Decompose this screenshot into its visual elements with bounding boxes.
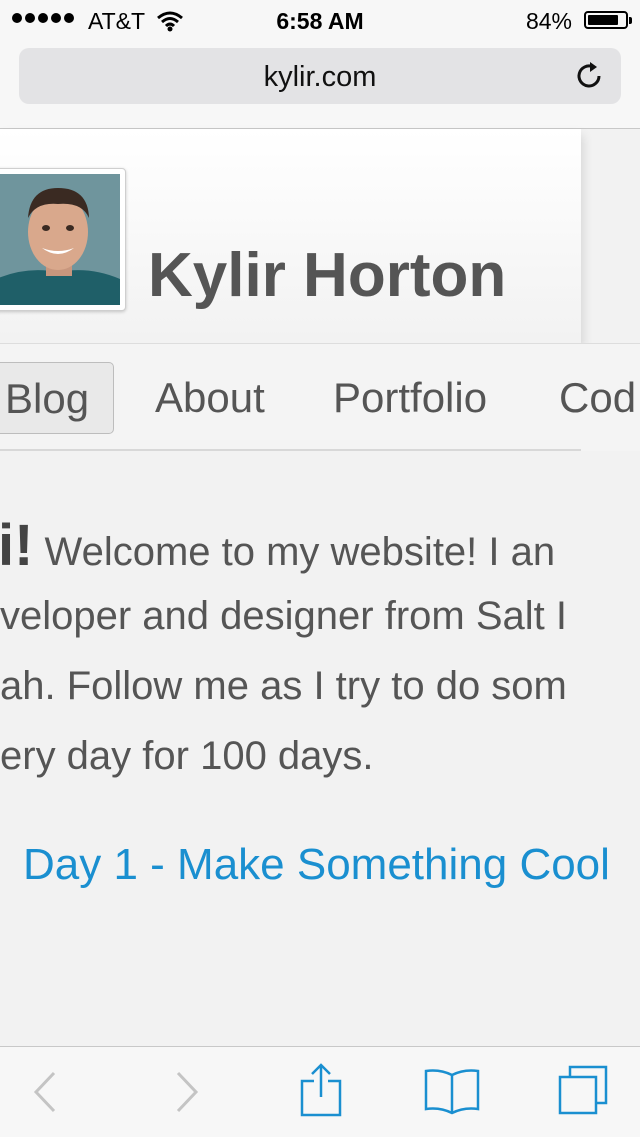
intro-paragraph: i! Welcome to my website! I an veloper a…	[0, 515, 640, 795]
battery-icon	[584, 11, 632, 29]
back-arrow-icon[interactable]	[28, 1069, 62, 1115]
address-bar[interactable]: kylir.com	[19, 48, 621, 104]
intro-line-2: veloper and designer from Salt I	[0, 594, 567, 638]
intro-line-4: ery day for 100 days.	[0, 734, 374, 778]
address-url[interactable]: kylir.com	[19, 61, 621, 94]
tabs-icon[interactable]	[556, 1065, 610, 1117]
nav-divider	[0, 449, 581, 451]
nav-item-portfolio[interactable]: Portfolio	[333, 374, 487, 422]
intro-line-3: ah. Follow me as I try to do som	[0, 664, 567, 708]
main-nav: Blog About Portfolio Cod	[0, 343, 640, 451]
site-title[interactable]: Kylir Horton	[148, 240, 506, 311]
nav-item-about[interactable]: About	[155, 374, 265, 422]
share-icon[interactable]	[300, 1063, 342, 1117]
reload-icon[interactable]	[575, 61, 605, 91]
intro-line-1: Welcome to my website! I an	[33, 530, 556, 574]
bookmarks-icon[interactable]	[424, 1067, 480, 1115]
nav-item-code[interactable]: Cod	[559, 374, 636, 422]
profile-photo	[0, 174, 120, 305]
status-bar: AT&T 6:58 AM 84%	[0, 0, 640, 40]
greeting: i!	[0, 513, 34, 578]
browser-address-area: kylir.com	[0, 40, 640, 129]
forward-arrow-icon[interactable]	[170, 1069, 204, 1115]
browser-toolbar	[0, 1046, 640, 1137]
battery-percent: 84%	[525, 8, 572, 34]
nav-item-blog[interactable]: Blog	[0, 362, 114, 434]
post-link[interactable]: Day 1 - Make Something Cool	[23, 840, 610, 890]
avatar[interactable]	[0, 168, 126, 311]
